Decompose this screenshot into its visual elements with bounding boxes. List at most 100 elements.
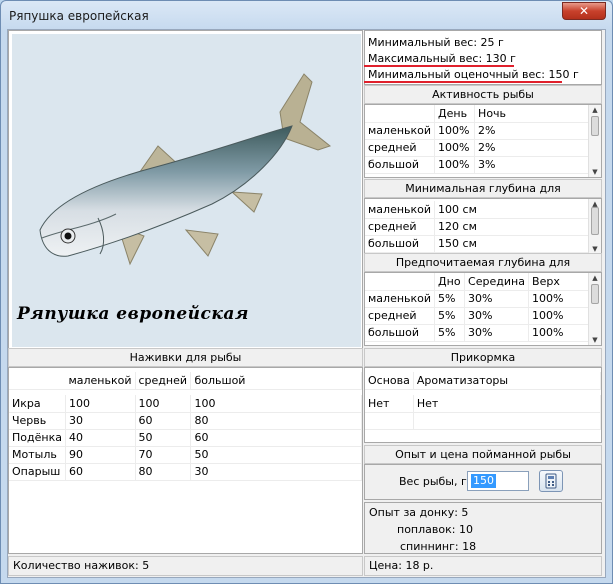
cell: 3% [474, 156, 594, 174]
weight-input[interactable]: 150 [467, 471, 529, 491]
fish-photo-panel: Ряпушка европейская [8, 30, 363, 349]
scroll-down-icon[interactable]: ▼ [589, 335, 601, 345]
table-row[interactable]: Мотыль 90 70 50 [9, 446, 362, 464]
column-header: большой [190, 372, 362, 390]
min-depth-table-panel: маленькой 100 см средней 120 см большой 150… [364, 198, 602, 255]
table-header-row: маленькой средней большой [9, 372, 362, 390]
bait-count-status: Количество наживок: 5 [8, 556, 363, 576]
column-header: День [434, 105, 476, 123]
float-exp-text: поплавок: 10 [397, 523, 473, 536]
cell: 30 [65, 412, 136, 430]
table-row[interactable]: Червь 30 60 80 [9, 412, 362, 430]
row-label: средней [365, 218, 436, 236]
activity-scrollbar[interactable]: ▲ ▼ [588, 105, 601, 177]
cell: 2% [474, 122, 594, 140]
cell: 100% [434, 122, 476, 140]
cell: 100 [190, 395, 362, 413]
cell: 5% [434, 324, 466, 342]
scroll-down-icon[interactable]: ▼ [589, 167, 601, 177]
min-depth-scrollbar[interactable]: ▲ ▼ [588, 199, 601, 254]
column-header: Верх [528, 273, 594, 291]
fish-image: Ряпушка европейская [12, 34, 361, 347]
close-button[interactable]: ✕ [562, 2, 606, 20]
cell: 100 см [434, 201, 594, 219]
table-row[interactable]: большой 5% 30% 100% [365, 324, 594, 342]
table-row[interactable]: Нет Нет [365, 395, 602, 413]
activity-header: Активность рыбы [364, 85, 602, 104]
table-row[interactable]: большой 100% 3% [365, 156, 594, 174]
cell: 60 [190, 429, 362, 447]
cell: 120 см [434, 218, 594, 236]
calculator-button[interactable] [539, 470, 563, 492]
column-header: маленькой [65, 372, 136, 390]
table-row[interactable]: маленькой 5% 30% 100% [365, 290, 594, 308]
cell: 5% [434, 290, 466, 308]
table-row[interactable]: маленькой 100 см [365, 201, 594, 219]
fish-name-caption: Ряпушка европейская [17, 304, 249, 324]
cell: 30% [464, 290, 530, 308]
bottom-exp-text: Опыт за донку: 5 [369, 506, 469, 519]
cell: 60 [65, 463, 136, 481]
row-label: средней [365, 307, 436, 325]
cell: 100% [528, 307, 594, 325]
row-label: большой [365, 324, 436, 342]
table-header-row: День Ночь [365, 105, 594, 123]
pref-depth-header: Предпочитаемая глубина для [364, 253, 602, 272]
table-row[interactable]: маленькой 100% 2% [365, 122, 594, 140]
baits-table-panel: маленькой средней большой Икра 100 100 100 … [8, 367, 363, 554]
red-underline [364, 65, 514, 67]
table-row[interactable]: средней 120 см [365, 218, 594, 236]
cell: Нет [413, 395, 602, 413]
fish-drawing [39, 73, 332, 266]
cell: Нет [365, 395, 414, 413]
scroll-up-icon[interactable]: ▲ [589, 105, 601, 115]
row-label: большой [365, 156, 436, 174]
groundbait-header: Прикормка [364, 348, 602, 367]
table-row[interactable]: Подёнка 40 50 60 [9, 429, 362, 447]
cell: 60 [135, 412, 192, 430]
baits-table: маленькой средней большой Икра 100 100 100 … [9, 372, 362, 481]
scroll-up-icon[interactable]: ▲ [589, 273, 601, 283]
weight-input-value: 150 [471, 474, 496, 488]
row-label: средней [365, 139, 436, 157]
row-label: маленькой [365, 201, 436, 219]
column-header [365, 105, 436, 123]
experience-header: Опыт и цена пойманной рыбы [364, 445, 602, 464]
calculator-icon [545, 473, 557, 489]
table-row[interactable]: Икра 100 100 100 [9, 395, 362, 413]
column-header: Середина [464, 273, 530, 291]
pref-depth-table: Дно Середина Верх маленькой 5% 30% 100% сре… [365, 273, 594, 342]
cell: 70 [135, 446, 192, 464]
table-row[interactable]: средней 5% 30% 100% [365, 307, 594, 325]
cell: 40 [65, 429, 136, 447]
cell: 5% [434, 307, 466, 325]
column-header [9, 372, 66, 390]
column-header: Ночь [474, 105, 594, 123]
pref-depth-scrollbar[interactable]: ▲ ▼ [588, 273, 601, 345]
scroll-thumb[interactable] [591, 116, 599, 136]
cell: 100% [528, 290, 594, 308]
table-row[interactable]: большой 150 см [365, 235, 594, 253]
cell: 2% [474, 139, 594, 157]
cell: 100% [434, 139, 476, 157]
cell: 30 [190, 463, 362, 481]
scroll-thumb[interactable] [591, 284, 599, 304]
table-row[interactable]: средней 100% 2% [365, 139, 594, 157]
column-header: средней [135, 372, 192, 390]
min-depth-table: маленькой 100 см средней 120 см большой 150… [365, 201, 594, 253]
cell: 100 [65, 395, 136, 413]
weights-panel: Минимальный вес: 25 г Максимальный вес: … [364, 30, 602, 85]
min-depth-header: Минимальная глубина для [364, 179, 602, 198]
groundbait-table: Основа Ароматизаторы Нет Нет [365, 372, 602, 430]
scroll-thumb[interactable] [591, 207, 599, 235]
row-label: Червь [9, 412, 66, 430]
min-weight-text: Минимальный вес: 25 г [368, 36, 504, 49]
pref-depth-table-panel: Дно Середина Верх маленькой 5% 30% 100% сре… [364, 272, 602, 346]
weight-input-panel: Вес рыбы, г 150 [364, 464, 602, 500]
cell: 50 [190, 446, 362, 464]
row-label: Опарыш [9, 463, 66, 481]
window-title: Ряпушка европейская [9, 9, 149, 23]
client-area: Ряпушка европейская Минимальный вес: 25 … [7, 29, 606, 578]
cell: 30% [464, 324, 530, 342]
table-row[interactable]: Опарыш 60 80 30 [9, 463, 362, 481]
